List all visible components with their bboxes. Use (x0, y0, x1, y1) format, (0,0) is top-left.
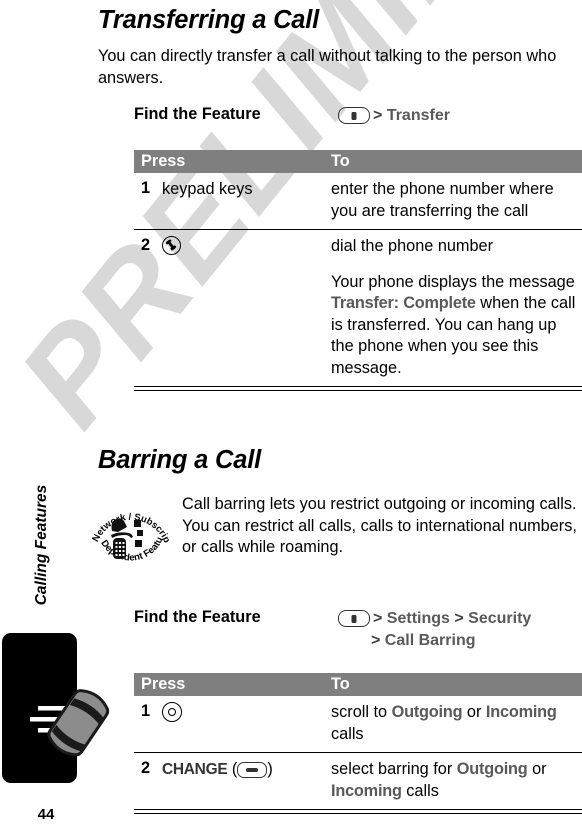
path-item-settings: Settings (386, 610, 450, 627)
page-title-barring-a-call: Barring a Call (98, 446, 261, 474)
to-text: select barring for Outgoing or Incoming … (331, 759, 578, 802)
to-text-post: calls (401, 781, 439, 800)
path-separator-1: > (373, 107, 383, 124)
intro-paragraph-barring: Call barring lets you restrict outgoing … (182, 495, 577, 556)
softkey-label-change: CHANGE (162, 761, 228, 778)
procedure-table-barring: Press To 1 scroll to Outgoing or Incomin… (134, 673, 582, 814)
navigation-key-icon (162, 702, 182, 722)
procedure-table-transferring: Press To 1 keypad keys enter the phone n… (134, 150, 582, 391)
to-cell: select barring for Outgoing or Incoming … (331, 753, 582, 809)
page-number: 44 (37, 806, 55, 823)
ringing-phone-handset-icon (16, 685, 116, 765)
press-cell: CHANGE () (162, 759, 327, 781)
table-row: 1 scroll to Outgoing or Incoming calls (134, 696, 582, 753)
to-text-mid: or (462, 703, 486, 721)
table-bottom-rule (134, 809, 582, 814)
path-item-security: Security (468, 610, 532, 627)
path-line-2: > Call Barring (371, 630, 531, 652)
network-subscription-dependent-feature-icon: Network / Subscription Dependent Feature (85, 486, 174, 580)
display-option-outgoing: Outgoing (456, 760, 528, 778)
find-the-feature-path: > Transfer (338, 105, 450, 127)
page-title-transferring-a-call: Transferring a Call (98, 6, 320, 34)
menu-key-icon (338, 610, 370, 627)
to-note: Your phone displays the message Transfer… (331, 272, 578, 380)
step-number: 1 (141, 702, 151, 720)
to-text-pre: select barring for (331, 760, 457, 778)
to-note-pre: Your phone displays the message (331, 272, 575, 291)
path-item-transfer: Transfer (386, 107, 450, 124)
press-cell (162, 236, 327, 258)
path-item-call-barring: Call Barring (384, 632, 476, 649)
find-the-feature-label: Find the Feature (134, 105, 261, 123)
intro-paragraph-transferring: You can directly transfer a call without… (98, 47, 557, 87)
find-the-feature-path: > Settings > Security > Call Barring (338, 608, 531, 652)
svg-text:Network / Subscription: Network / Subscription (88, 494, 172, 545)
press-cell (162, 702, 327, 725)
path-separator-1: > (373, 610, 383, 627)
path-separator-2: > (454, 610, 464, 627)
table-row: 2 dial the phone number Your phone displ… (134, 230, 582, 386)
find-the-feature-label: Find the Feature (134, 608, 261, 626)
menu-key-icon (338, 107, 370, 124)
table-bottom-rule (134, 386, 582, 391)
column-header-to: To (331, 675, 350, 693)
to-cell: enter the phone number where you are tra… (331, 173, 582, 229)
to-text: dial the phone number (331, 237, 494, 255)
soft-key-icon (237, 762, 268, 778)
to-text-mid: or (527, 760, 547, 778)
table-row: 1 keypad keys enter the phone number whe… (134, 173, 582, 230)
to-text-pre: scroll to (331, 703, 392, 721)
to-cell: scroll to Outgoing or Incoming calls (331, 696, 582, 752)
step-number: 1 (141, 179, 151, 197)
to-text-post: calls (331, 724, 364, 743)
table-header-row: Press To (134, 673, 582, 696)
column-header-to: To (331, 152, 350, 170)
step-number: 2 (141, 759, 151, 777)
display-option-incoming: Incoming (485, 703, 557, 721)
display-message-transfer-complete: Transfer: Complete (331, 294, 476, 312)
to-text: enter the phone number where you are tra… (331, 180, 554, 220)
table-row: 2 CHANGE () select barring for Outgoing … (134, 753, 582, 809)
send-key-icon (162, 236, 181, 255)
chapter-label: Calling Features (33, 484, 50, 606)
display-option-incoming: Incoming (331, 781, 402, 800)
column-header-press: Press (141, 675, 186, 693)
to-cell: dial the phone number Your phone display… (331, 230, 582, 386)
softkey-paren-close: ) (267, 760, 273, 778)
table-header-row: Press To (134, 150, 582, 173)
display-option-outgoing: Outgoing (391, 703, 463, 721)
to-text: scroll to Outgoing or Incoming calls (331, 702, 578, 745)
press-cell: keypad keys (162, 180, 253, 198)
path-separator-3: > (371, 632, 381, 649)
left-margin-rail: Calling Features 44 (0, 0, 110, 838)
step-number: 2 (141, 236, 151, 254)
column-header-press: Press (141, 152, 186, 170)
